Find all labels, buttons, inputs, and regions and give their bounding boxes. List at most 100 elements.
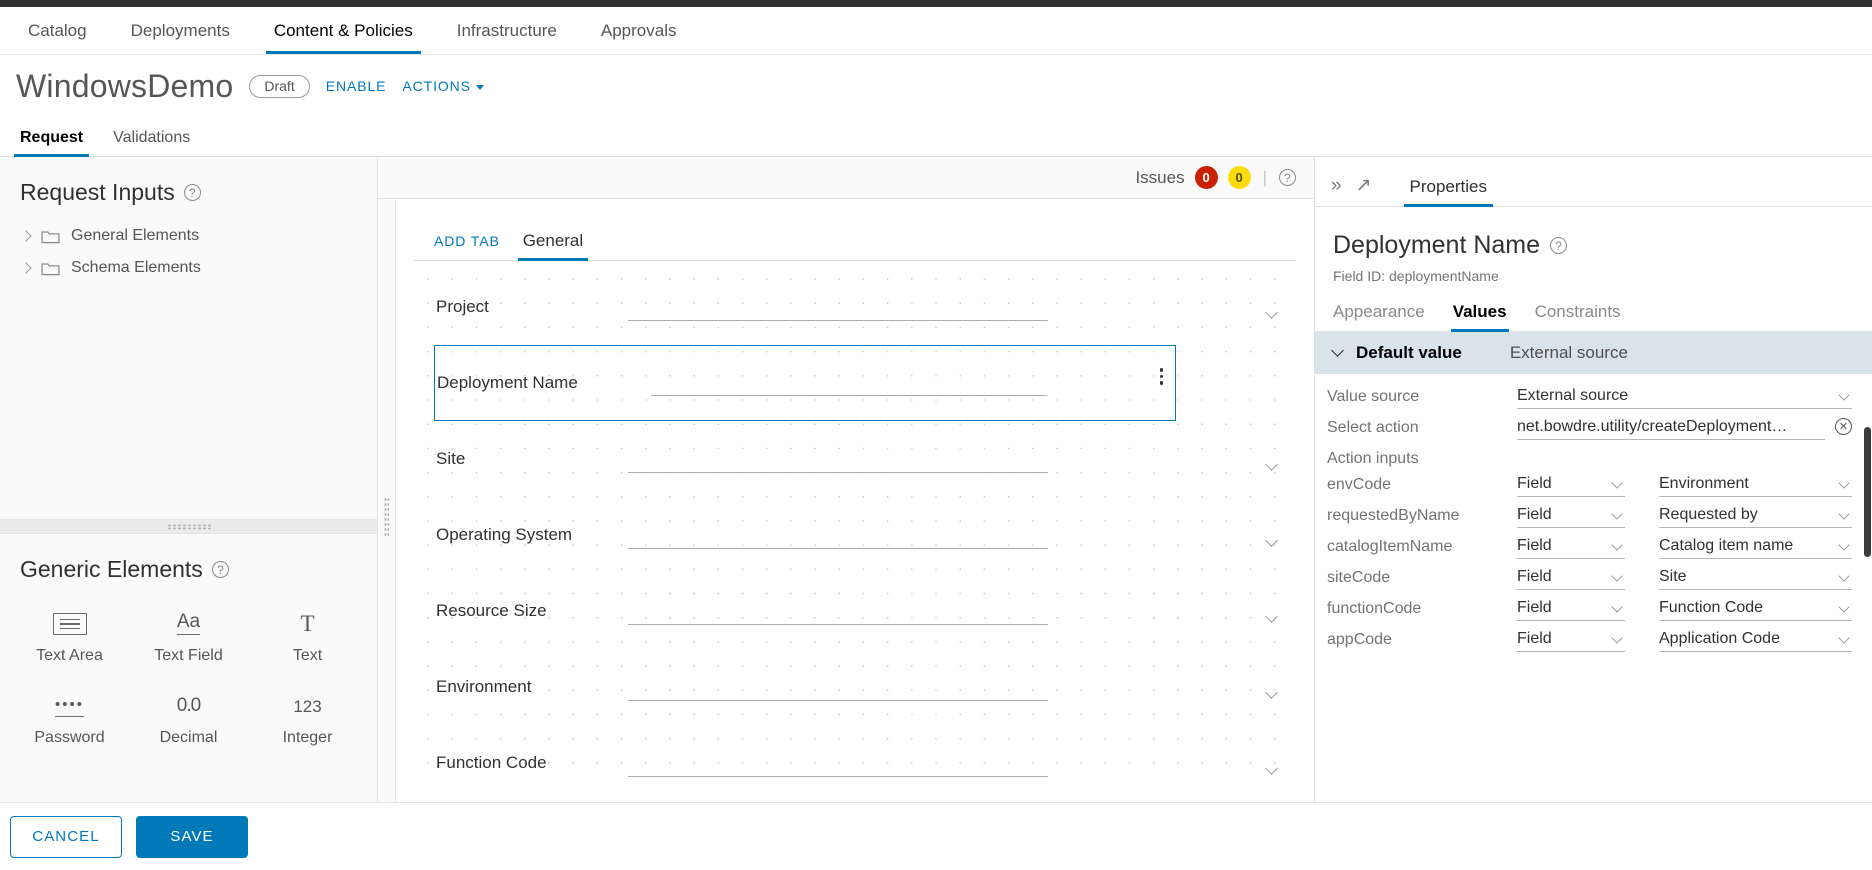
- select-action-input[interactable]: net.bowdre.utility/createDeployment…: [1517, 415, 1825, 440]
- palette-item-text[interactable]: T Text: [248, 603, 367, 671]
- chevron-right-icon: [20, 230, 32, 242]
- properties-tabs: Appearance Values Constraints: [1315, 284, 1872, 332]
- tab-values[interactable]: Values: [1450, 302, 1509, 332]
- help-icon[interactable]: ?: [1279, 169, 1296, 186]
- help-icon[interactable]: ?: [211, 561, 229, 578]
- properties-scrollbar[interactable]: [1864, 317, 1871, 617]
- panel-splitter[interactable]: [0, 519, 377, 534]
- value-source-select[interactable]: External source: [1517, 384, 1852, 409]
- form-field-resource-size[interactable]: Resource Size: [414, 573, 1296, 649]
- palette-item-text-field[interactable]: Aa Text Field: [129, 603, 248, 671]
- help-icon[interactable]: ?: [1550, 237, 1568, 254]
- tab-properties[interactable]: Properties: [1403, 177, 1494, 207]
- field-input[interactable]: [628, 755, 1048, 777]
- tab-request[interactable]: Request: [13, 129, 90, 157]
- binding-type-value: Field: [1517, 568, 1552, 585]
- palette-item-text-area[interactable]: Text Area: [10, 603, 129, 671]
- palette-item-password[interactable]: •••• Password: [10, 685, 129, 753]
- palette-item-decimal[interactable]: 0.0 Decimal: [129, 685, 248, 753]
- enable-label: ENABLE: [325, 78, 387, 94]
- chevron-down-icon: [1265, 610, 1278, 623]
- request-inputs-title: Request Inputs: [20, 179, 175, 205]
- tree-item-schema-elements[interactable]: Schema Elements: [0, 252, 377, 284]
- nav-item-deployments[interactable]: Deployments: [109, 7, 252, 54]
- scrollbar-thumb[interactable]: [1864, 427, 1871, 557]
- issues-warning-badge[interactable]: 0: [1227, 166, 1251, 189]
- palette-item-integer[interactable]: 123 Integer: [248, 685, 367, 753]
- canvas-left-resizer[interactable]: [378, 199, 396, 835]
- nav-item-approvals[interactable]: Approvals: [579, 7, 699, 54]
- tab-validations[interactable]: Validations: [109, 129, 194, 156]
- binding-type-select[interactable]: Field: [1517, 627, 1625, 652]
- field-title-text: Deployment Name: [1333, 231, 1541, 259]
- field-input[interactable]: [628, 603, 1048, 625]
- form-field-environment[interactable]: Environment: [414, 649, 1296, 725]
- binding-value-select[interactable]: Function Code: [1659, 596, 1852, 621]
- binding-value: Function Code: [1659, 599, 1764, 616]
- grip-handle-icon: [166, 523, 211, 530]
- form-canvas[interactable]: ADD TAB General Project Deployment Name: [396, 199, 1314, 835]
- clear-icon[interactable]: ✕: [1835, 418, 1852, 435]
- form-field-site[interactable]: Site: [414, 421, 1296, 497]
- binding-value-select[interactable]: Application Code: [1659, 627, 1852, 652]
- default-value-accordion[interactable]: Default value External source: [1315, 332, 1872, 374]
- canvas-grid[interactable]: Project Deployment Name Site Operating S…: [414, 261, 1296, 777]
- binding-value-select[interactable]: Site: [1659, 565, 1852, 590]
- binding-value-select[interactable]: Catalog item name: [1659, 534, 1852, 559]
- field-input[interactable]: [628, 527, 1048, 549]
- nav-item-catalog[interactable]: Catalog: [6, 7, 109, 54]
- nav-item-infrastructure[interactable]: Infrastructure: [435, 7, 579, 54]
- binding-type-select[interactable]: Field: [1517, 534, 1625, 559]
- expand-panel-icon[interactable]: ↗: [1356, 174, 1372, 206]
- field-input[interactable]: [651, 374, 1047, 396]
- tree-item-general-elements[interactable]: General Elements: [0, 220, 377, 252]
- collapse-panel-icon[interactable]: »: [1331, 175, 1342, 206]
- binding-value-select[interactable]: Requested by: [1659, 503, 1852, 528]
- binding-value-select[interactable]: Environment: [1659, 472, 1852, 497]
- decimal-icon: 0.0: [176, 695, 201, 716]
- action-input-name: appCode: [1327, 631, 1392, 648]
- chevron-down-icon: [1265, 534, 1278, 547]
- cancel-button[interactable]: CANCEL: [10, 815, 122, 858]
- nav-label: Deployments: [130, 20, 230, 40]
- nav-item-content-policies[interactable]: Content & Policies: [252, 7, 435, 54]
- password-icon: ••••: [54, 691, 84, 717]
- form-field-project[interactable]: Project: [414, 269, 1296, 345]
- form-field-function-code[interactable]: Function Code: [414, 725, 1296, 801]
- integer-icon: 123: [293, 697, 322, 716]
- add-tab-button[interactable]: ADD TAB: [434, 233, 500, 260]
- tab-constraints[interactable]: Constraints: [1535, 302, 1621, 331]
- field-input[interactable]: [628, 451, 1048, 473]
- binding-value: Environment: [1659, 475, 1749, 492]
- chevron-down-icon: [1611, 539, 1623, 551]
- form-field-deployment-name[interactable]: Deployment Name: [434, 345, 1176, 421]
- more-options-icon[interactable]: [1159, 368, 1163, 385]
- save-button[interactable]: SAVE: [136, 815, 248, 858]
- binding-type-select[interactable]: Field: [1517, 472, 1625, 497]
- help-icon[interactable]: ?: [183, 184, 201, 201]
- field-input[interactable]: [628, 299, 1048, 321]
- binding-type-select[interactable]: Field: [1517, 565, 1625, 590]
- chevron-down-icon: [1838, 570, 1850, 582]
- chevron-down-icon: [1265, 762, 1278, 775]
- binding-value: Application Code: [1659, 630, 1780, 647]
- value-source-label: Value source: [1327, 388, 1420, 405]
- form-field-operating-system[interactable]: Operating System: [414, 497, 1296, 573]
- tab-appearance[interactable]: Appearance: [1333, 302, 1425, 331]
- enable-button[interactable]: ENABLE: [326, 78, 387, 94]
- chevron-down-icon: [1611, 508, 1623, 520]
- request-inputs-section: Request Inputs ? General Elements Schema…: [0, 157, 377, 519]
- nav-label: Catalog: [28, 20, 87, 40]
- issues-bar: Issues 0 0 | ?: [378, 157, 1314, 199]
- issues-error-badge[interactable]: 0: [1194, 166, 1218, 189]
- properties-panel: » ↗ Properties Deployment Name ? Field I…: [1314, 157, 1872, 835]
- canvas-tab-general[interactable]: General: [517, 231, 589, 261]
- tab-label: Appearance: [1333, 302, 1425, 321]
- actions-menu-button[interactable]: ACTIONS: [402, 78, 484, 94]
- binding-type-select[interactable]: Field: [1517, 503, 1625, 528]
- app-root: Catalog Deployments Content & Policies I…: [0, 0, 1872, 870]
- field-input[interactable]: [628, 679, 1048, 701]
- binding-type-value: Field: [1517, 475, 1552, 492]
- action-input-row-sitecode: siteCode Field Site: [1315, 565, 1872, 591]
- binding-type-select[interactable]: Field: [1517, 596, 1625, 621]
